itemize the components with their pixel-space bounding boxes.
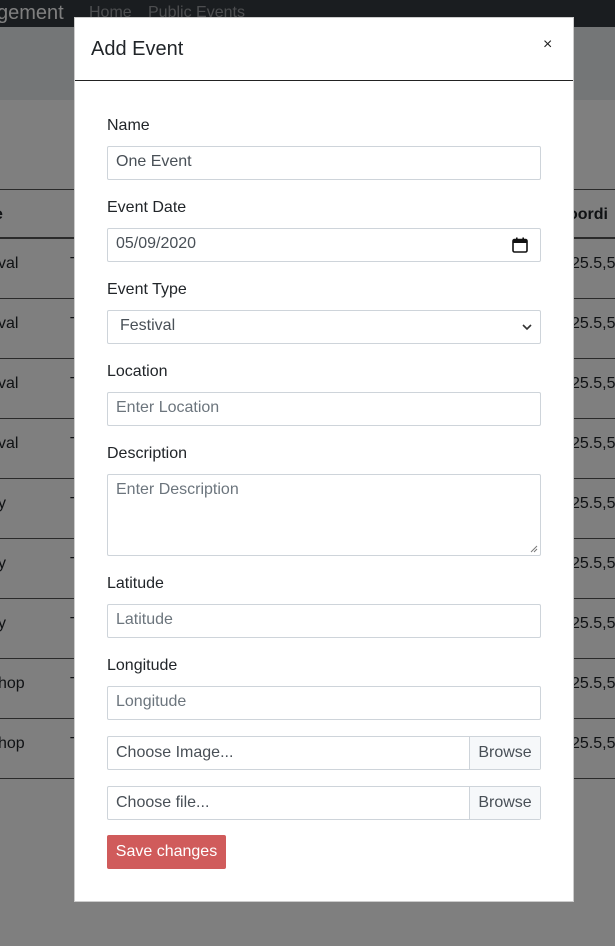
event-date-input[interactable]: 05/09/2020 [107,228,541,262]
file-browse-button[interactable]: Browse [469,787,540,819]
modal-title: Add Event [91,38,184,60]
name-input-value: One Event [116,153,192,170]
name-input[interactable]: One Event [107,146,541,180]
longitude-placeholder: Longitude [116,693,187,710]
modal-header: Add Event × [75,18,573,81]
event-type-select[interactable]: Festival [107,310,541,344]
latitude-placeholder: Latitude [116,611,173,628]
event-type-label: Event Type [107,281,187,298]
event-date-value: 05/09/2020 [116,235,197,252]
close-icon[interactable]: × [543,36,552,54]
event-date-label: Event Date [107,199,187,216]
latitude-label: Latitude [107,575,164,592]
location-placeholder: Enter Location [116,399,220,416]
longitude-input[interactable]: Longitude [107,686,541,720]
event-type-value: Festival [120,317,176,334]
description-textarea[interactable]: Enter Description [107,474,541,556]
image-file-label: Choose Image... [116,744,234,761]
latitude-input[interactable]: Latitude [107,604,541,638]
location-input[interactable]: Enter Location [107,392,541,426]
description-label: Description [107,445,188,462]
file-label: Choose file... [116,794,210,811]
description-placeholder: Enter Description [116,481,239,498]
image-file-input[interactable]: Choose Image... Browse [107,736,541,770]
location-label: Location [107,363,168,380]
add-event-modal: Add Event × Name One Event Event Date 05… [74,17,574,902]
resize-handle-icon[interactable] [530,545,538,553]
name-label: Name [107,117,150,134]
calendar-icon[interactable] [512,237,528,253]
save-changes-button[interactable]: Save changes [107,835,226,869]
image-browse-button[interactable]: Browse [469,737,540,769]
file-input[interactable]: Choose file... Browse [107,786,541,820]
chevron-down-icon [522,324,532,331]
longitude-label: Longitude [107,657,178,674]
